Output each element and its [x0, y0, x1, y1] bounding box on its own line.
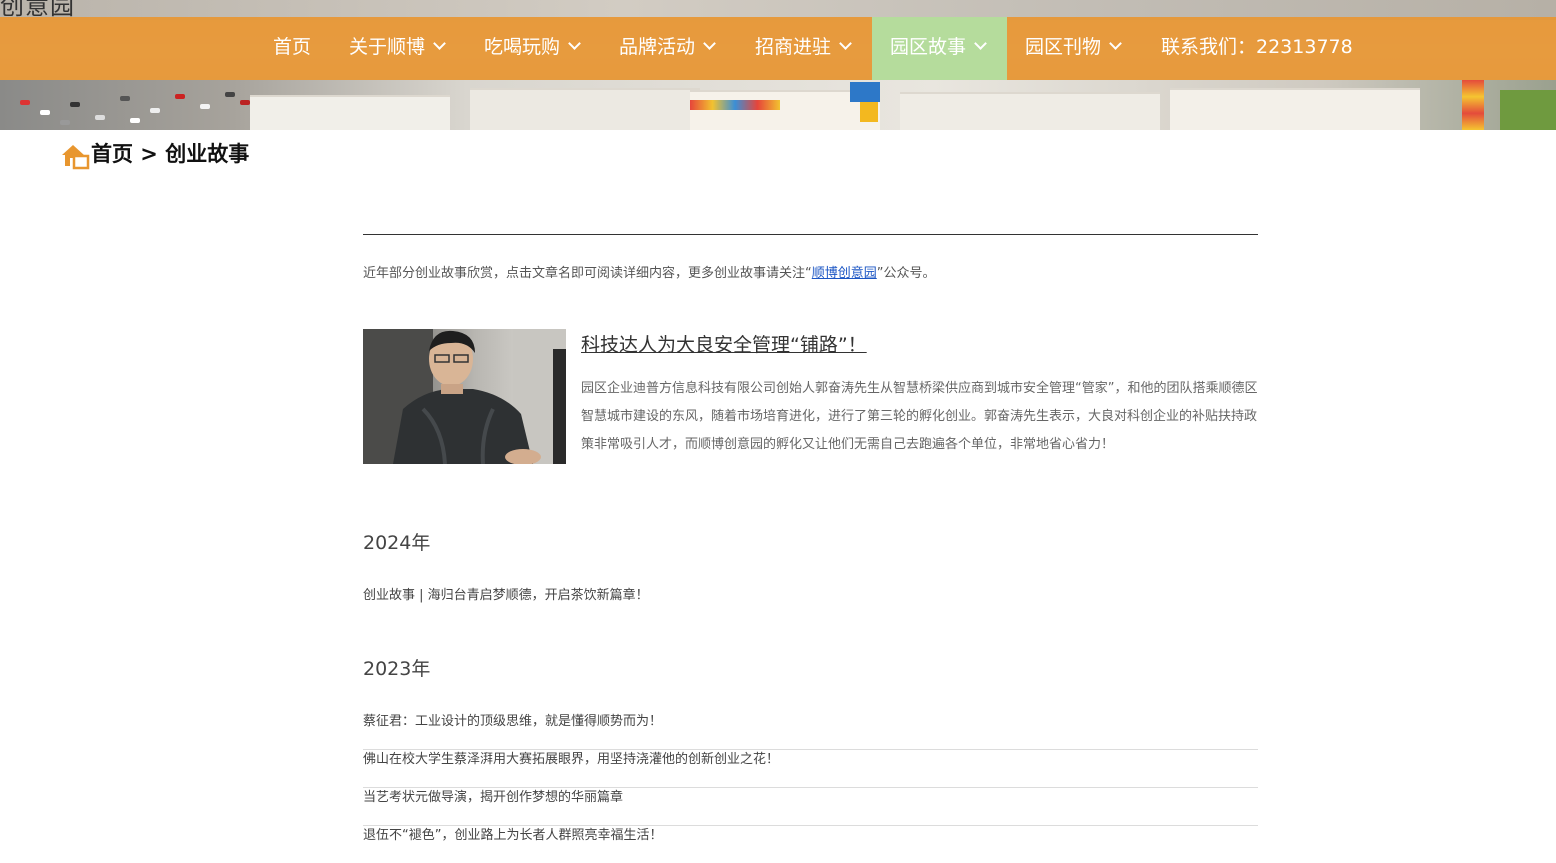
banner-color-strip — [690, 100, 780, 110]
chevron-down-icon — [433, 37, 446, 50]
banner-building — [1170, 88, 1420, 130]
banner-car — [40, 110, 50, 115]
nav-item-leasing[interactable]: 招商进驻 — [737, 17, 868, 80]
nav-item-park-stories[interactable]: 园区故事 — [872, 17, 1007, 80]
nav-item-home[interactable]: 首页 — [255, 17, 329, 80]
nav-item-label: 品牌活动 — [619, 36, 696, 58]
story-link[interactable]: 蔡征君：工业设计的顶级思维，就是懂得顺势而为！ — [363, 711, 1258, 750]
intro-text-before: 近年部分创业故事欣赏，点击文章名即可阅读详细内容，更多创业故事请关注“ — [363, 266, 812, 281]
year-heading-2024: 2024年 — [363, 532, 431, 554]
chevron-down-icon — [839, 37, 852, 50]
nav-item-about[interactable]: 关于顺博 — [331, 17, 462, 80]
nav-item-food-fun[interactable]: 吃喝玩购 — [466, 17, 597, 80]
story-link[interactable]: 创业故事 | 海归台青启梦顺德，开启茶饮新篇章！ — [363, 585, 1258, 623]
banner-building — [470, 88, 700, 130]
banner-car — [150, 108, 160, 113]
banner-car — [120, 96, 130, 101]
nav-item-label: 招商进驻 — [755, 36, 832, 58]
feature-story-summary: 园区企业迪普方信息科技有限公司创始人郭奋涛先生从智慧桥梁供应商到城市安全管理“管… — [581, 381, 1258, 452]
story-link[interactable]: 退伍不“褪色”，创业路上为长者人群照亮幸福生活！ — [363, 825, 1258, 863]
person-photo — [363, 329, 566, 464]
story-link[interactable]: 佛山在校大学生蔡泽湃用大赛拓展眼界，用坚持浇灌他的创新创业之花！ — [363, 749, 1258, 788]
intro-text: 近年部分创业故事欣赏，点击文章名即可阅读详细内容，更多创业故事请关注“顺博创意园… — [363, 262, 936, 281]
home-icon — [62, 145, 90, 170]
intro-text-after: ”公众号。 — [876, 266, 936, 281]
nav-item-label: 吃喝玩购 — [484, 36, 561, 58]
chevron-down-icon — [568, 37, 581, 50]
banner-car — [240, 100, 250, 105]
nav-item-contact[interactable]: 联系我们：22313778 — [1143, 17, 1371, 80]
nav-item-label: 园区刊物 — [1025, 36, 1102, 58]
feature-story-title-link[interactable]: 科技达人为大良安全管理“铺路”！ — [581, 330, 867, 357]
chevron-down-icon — [974, 37, 987, 50]
banner-car — [60, 120, 70, 125]
nav-item-label: 联系我们：22313778 — [1161, 36, 1353, 58]
banner-building — [250, 95, 450, 130]
banner-car — [130, 118, 140, 123]
nav-item-publications[interactable]: 园区刊物 — [1007, 17, 1138, 80]
banner-car — [70, 102, 80, 107]
breadcrumb-text[interactable]: 首页 > 创业故事 — [91, 140, 249, 168]
nav-item-label: 关于顺博 — [349, 36, 426, 58]
banner-color-strip — [850, 82, 880, 102]
year-heading-2023: 2023年 — [363, 658, 431, 680]
banner-car — [175, 94, 185, 99]
banner-car — [95, 115, 105, 120]
section-divider — [363, 234, 1258, 235]
feature-story-photo[interactable] — [363, 329, 566, 464]
nav-item-label: 园区故事 — [890, 36, 967, 58]
banner-building — [900, 92, 1160, 130]
wechat-account-link[interactable]: 顺博创意园 — [812, 266, 877, 281]
banner-car — [20, 100, 30, 105]
banner-color-strip — [860, 102, 878, 122]
main-nav: 首页 关于顺博 吃喝玩购 品牌活动 招商进驻 园区故事 园区刊物 联系我们：22… — [0, 17, 1556, 80]
banner-trees — [1500, 90, 1556, 130]
banner-car — [225, 92, 235, 97]
chevron-down-icon — [703, 37, 716, 50]
nav-item-brand-events[interactable]: 品牌活动 — [601, 17, 732, 80]
story-link[interactable]: 当艺考状元做导演，揭开创作梦想的华丽篇章 — [363, 787, 1258, 826]
chevron-down-icon — [1109, 37, 1122, 50]
nav-item-label: 首页 — [273, 36, 312, 58]
banner-color-strip — [1462, 80, 1484, 130]
header-banner: 创意园 首页 关于顺博 吃喝玩购 品牌活动 招商进驻 园区故事 园区刊物 联系我… — [0, 0, 1556, 130]
banner-car — [200, 104, 210, 109]
